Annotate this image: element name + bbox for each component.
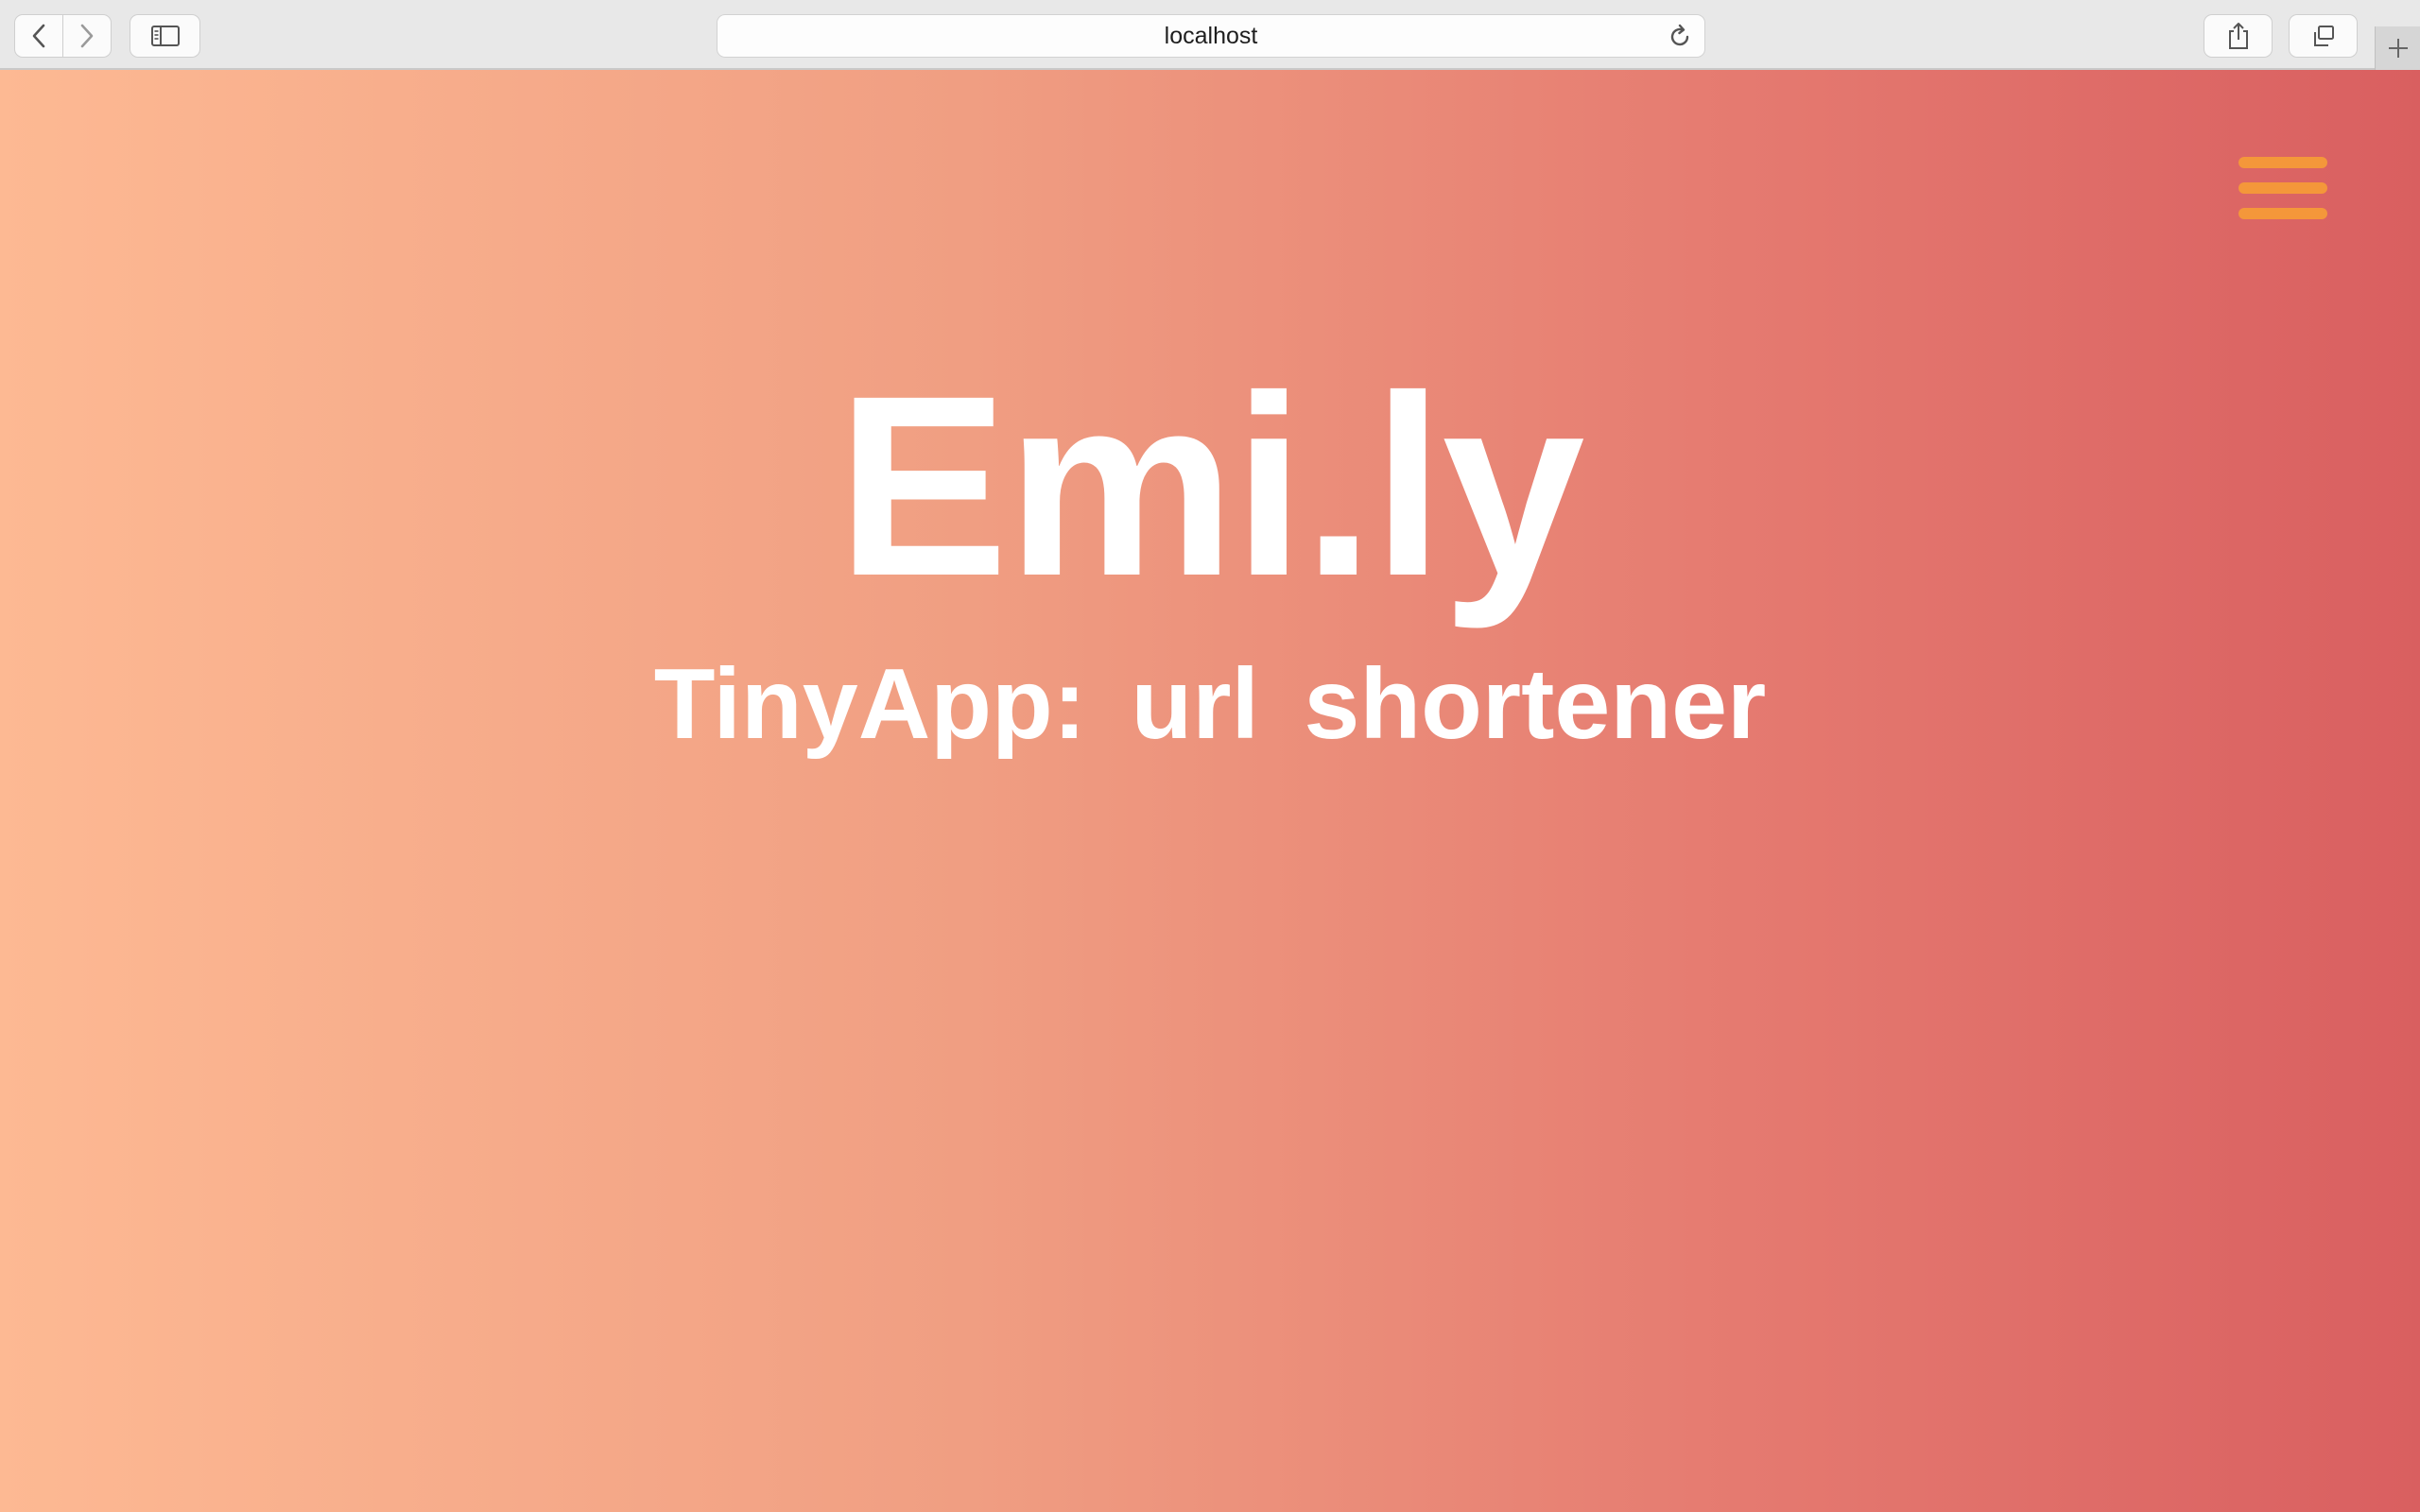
hamburger-menu-icon — [2238, 157, 2327, 168]
tabs-overview-icon — [2313, 26, 2334, 46]
share-icon — [2228, 23, 2248, 49]
page-subtitle: TinyApp: url shortener — [653, 648, 1767, 760]
forward-button[interactable] — [62, 15, 111, 57]
share-button[interactable] — [2204, 14, 2273, 58]
browser-window: localhost Emi.ly TinyApp: url shortener — [0, 0, 2420, 1512]
plus-icon — [2388, 39, 2408, 58]
address-text: localhost — [1164, 22, 1258, 49]
browser-toolbar: localhost — [0, 0, 2420, 70]
address-bar[interactable]: localhost — [717, 14, 1705, 58]
page-content: Emi.ly TinyApp: url shortener — [0, 70, 2420, 1512]
sidebar-icon — [150, 26, 180, 46]
sidebar-button[interactable] — [130, 14, 200, 58]
chevron-left-icon — [32, 24, 45, 48]
tabs-overview-button[interactable] — [2289, 14, 2358, 58]
new-tab-button[interactable] — [2375, 26, 2420, 70]
chevron-right-icon — [80, 24, 94, 48]
reload-icon — [1670, 24, 1689, 46]
menu-button[interactable] — [2237, 151, 2329, 225]
reload-button[interactable] — [1667, 24, 1693, 55]
back-button[interactable] — [15, 15, 62, 57]
hamburger-bar — [2238, 208, 2327, 219]
nav-button-group — [14, 14, 112, 58]
page-title: Emi.ly — [837, 342, 1584, 629]
hamburger-bar — [2238, 182, 2327, 194]
